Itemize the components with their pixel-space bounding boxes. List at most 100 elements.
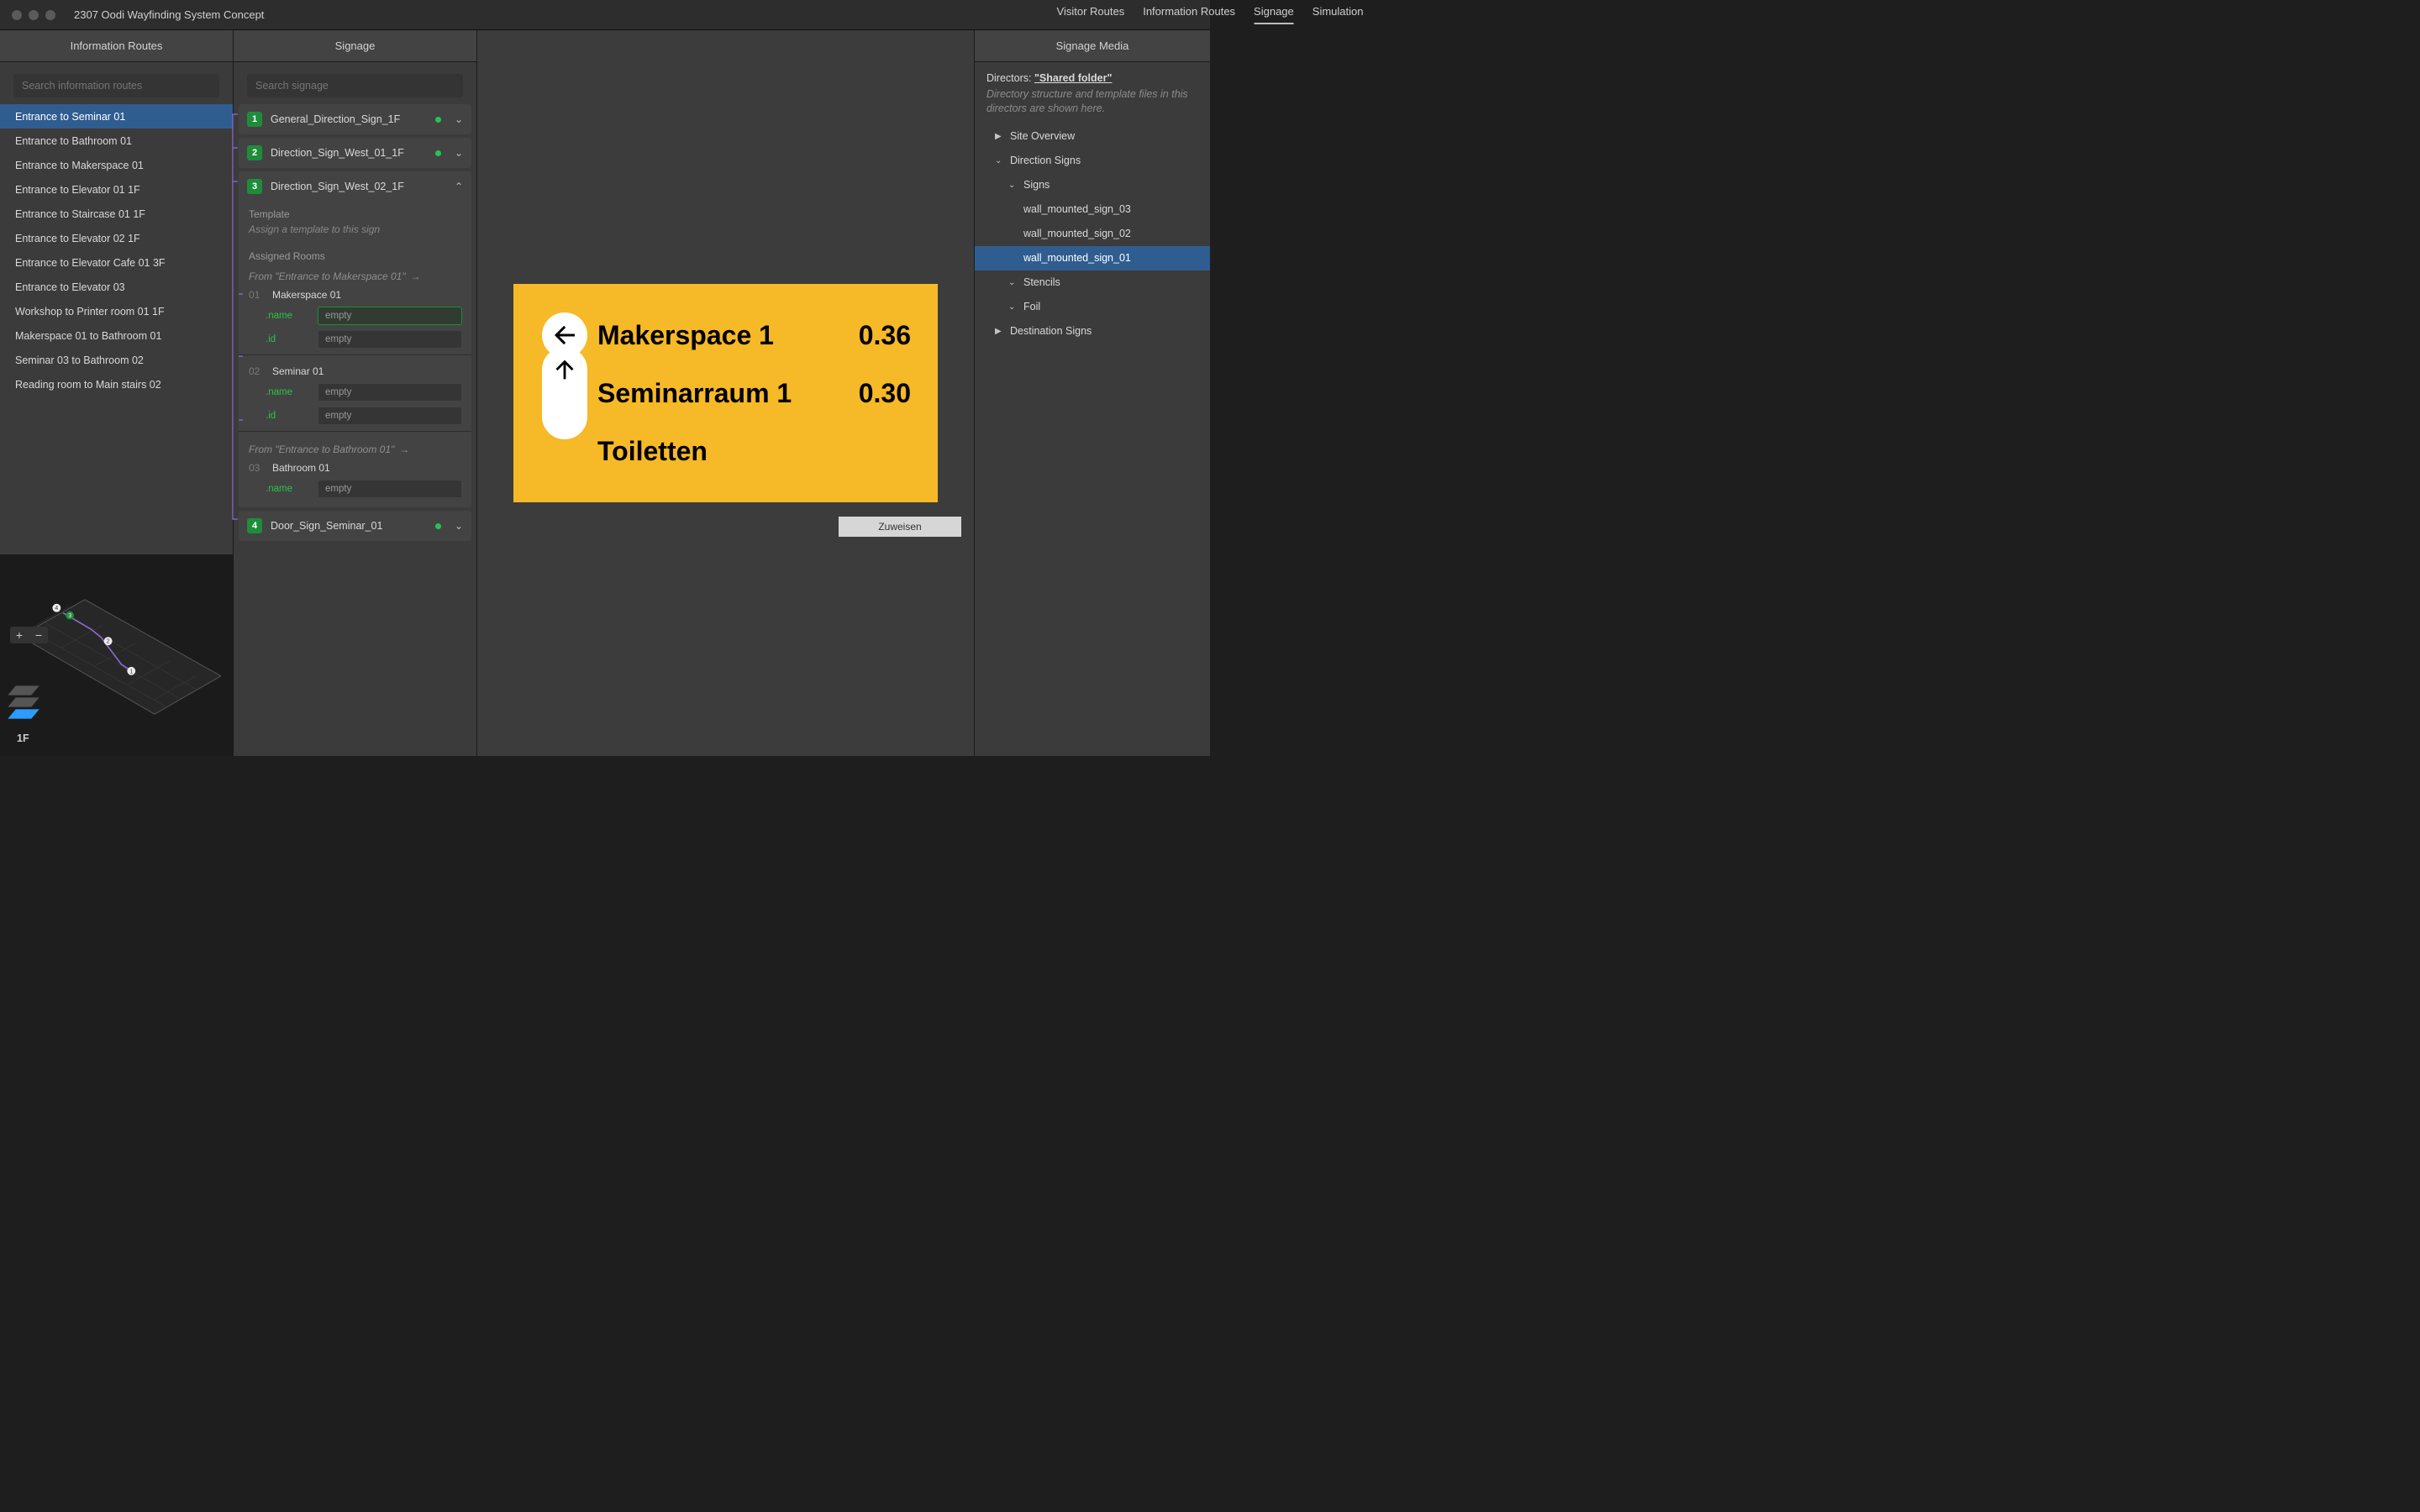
route-item[interactable]: Entrance to Staircase 01 1F <box>0 202 233 226</box>
floorplan-preview: 4 3 2 1 + − 1F <box>0 554 233 756</box>
sign-card: 4 Door_Sign_Seminar_01 ⌄ <box>239 511 471 541</box>
room-id: 02 <box>249 365 264 377</box>
tab-visitor-routes[interactable]: Visitor Routes <box>1057 5 1125 24</box>
tree-item[interactable]: ⌄ Stencils <box>975 270 1210 295</box>
sign-card: 2 Direction_Sign_West_01_1F ⌄ <box>239 138 471 168</box>
floor-label: 1F <box>17 732 29 744</box>
route-item[interactable]: Entrance to Elevator Cafe 01 3F <box>0 250 233 275</box>
route-item[interactable]: Entrance to Seminar 01 <box>0 104 233 129</box>
arrow-right-icon: → <box>399 444 409 455</box>
zoom-in-button[interactable]: + <box>10 627 29 643</box>
sign-card-header[interactable]: 3 Direction_Sign_West_02_1F ⌃ <box>239 171 471 202</box>
preview-panel: Makerspace 1 0.36 Seminarraum 1 0.30 Toi… <box>477 30 974 756</box>
sign-card-header[interactable]: 1 General_Direction_Sign_1F ⌄ <box>239 104 471 134</box>
tree-item[interactable]: wall_mounted_sign_01 <box>975 246 1210 270</box>
property-key: .id <box>266 334 312 344</box>
signage-panel: Signage 1 General_Direction_Sign_1F ⌄ 2 … <box>234 30 477 756</box>
sign-name: General_Direction_Sign_1F <box>271 113 427 125</box>
property-value-input[interactable] <box>318 384 461 401</box>
from-route-row[interactable]: From "Entrance to Bathroom 01" → <box>249 444 461 455</box>
route-item[interactable]: Entrance to Elevator 01 1F <box>0 177 233 202</box>
window-controls <box>12 10 55 20</box>
maximize-icon[interactable] <box>45 10 55 20</box>
signage-list: 1 General_Direction_Sign_1F ⌄ 2 Directio… <box>234 104 476 546</box>
routes-header: Information Routes <box>0 30 233 62</box>
routes-list: Entrance to Seminar 01 Entrance to Bathr… <box>0 104 233 554</box>
tree-item[interactable]: ⌄ Signs <box>975 173 1210 197</box>
chevron-down-icon: ⌄ <box>1008 302 1017 312</box>
property-value-input[interactable] <box>318 480 461 497</box>
directors-link[interactable]: "Shared folder" <box>1034 72 1112 84</box>
template-hint: Assign a template to this sign <box>249 223 461 235</box>
sign-line-text: Makerspace 1 <box>597 320 774 350</box>
room-id: 03 <box>249 462 264 474</box>
minimize-icon[interactable] <box>29 10 39 20</box>
close-icon[interactable] <box>12 10 22 20</box>
sign-number-badge: 3 <box>247 179 262 194</box>
tree-item[interactable]: wall_mounted_sign_02 <box>975 222 1210 246</box>
search-signage-input[interactable] <box>247 74 463 97</box>
route-item[interactable]: Entrance to Makerspace 01 <box>0 153 233 177</box>
property-value-input[interactable] <box>318 407 461 424</box>
sign-card-header[interactable]: 4 Door_Sign_Seminar_01 ⌄ <box>239 511 471 541</box>
chevron-down-icon: ⌄ <box>455 520 463 532</box>
tree-label: Stencils <box>1023 276 1060 288</box>
chevron-down-icon: ⌄ <box>455 147 463 159</box>
tab-signage[interactable]: Signage <box>1254 5 1294 24</box>
property-key: .id <box>266 411 312 421</box>
room-name: Seminar 01 <box>272 365 324 377</box>
status-dot-icon <box>435 150 441 156</box>
tree-label: wall_mounted_sign_02 <box>1023 228 1131 239</box>
chevron-down-icon: ⌄ <box>1008 181 1017 190</box>
tree-item[interactable]: ⌄ Direction Signs <box>975 149 1210 173</box>
route-item[interactable]: Entrance to Bathroom 01 <box>0 129 233 153</box>
property-value-input[interactable] <box>318 307 461 324</box>
route-item[interactable]: Entrance to Elevator 03 <box>0 275 233 299</box>
assign-button[interactable]: Zuweisen <box>839 517 961 537</box>
room-row: 03 Bathroom 01 <box>249 462 461 474</box>
chevron-up-icon: ⌃ <box>455 181 463 192</box>
chevron-right-icon: ▶ <box>995 327 1003 336</box>
sign-card-header[interactable]: 2 Direction_Sign_West_01_1F ⌄ <box>239 138 471 168</box>
route-item[interactable]: Entrance to Elevator 02 1F <box>0 226 233 250</box>
sign-card: 1 General_Direction_Sign_1F ⌄ <box>239 104 471 134</box>
tree-label: wall_mounted_sign_01 <box>1023 252 1131 264</box>
tree-label: Destination Signs <box>1010 325 1092 337</box>
tree-label: Site Overview <box>1010 130 1075 142</box>
property-row: .name <box>249 480 461 497</box>
directors-row: Directors: "Shared folder" <box>986 72 1198 84</box>
tree-label: Signs <box>1023 179 1050 191</box>
sign-name: Door_Sign_Seminar_01 <box>271 520 427 532</box>
tree-item[interactable]: ▶ Destination Signs <box>975 319 1210 344</box>
from-route-row[interactable]: From "Entrance to Makerspace 01" → <box>249 270 461 282</box>
sign-card-expanded: 3 Direction_Sign_West_02_1F ⌃ Template A… <box>239 171 471 507</box>
sign-line-distance: 0.30 <box>827 378 911 409</box>
tree-item[interactable]: ⌄ Foil <box>975 295 1210 319</box>
template-label: Template <box>249 208 461 220</box>
route-item[interactable]: Makerspace 01 to Bathroom 01 <box>0 323 233 348</box>
status-dot-icon <box>435 117 441 123</box>
route-item[interactable]: Workshop to Printer room 01 1F <box>0 299 233 323</box>
tree-label: Foil <box>1023 301 1040 312</box>
tab-simulation[interactable]: Simulation <box>1313 5 1364 24</box>
chevron-down-icon: ⌄ <box>1008 278 1017 287</box>
zoom-out-button[interactable]: − <box>29 627 48 643</box>
svg-text:2: 2 <box>107 639 110 645</box>
map-zoom-controls: + − <box>10 627 48 643</box>
tab-information-routes[interactable]: Information Routes <box>1143 5 1235 24</box>
signage-header: Signage <box>234 30 476 62</box>
tree-item[interactable]: wall_mounted_sign_03 <box>975 197 1210 222</box>
property-value-input[interactable] <box>318 331 461 348</box>
search-routes-input[interactable] <box>13 74 219 97</box>
floor-layers[interactable] <box>12 687 35 722</box>
sign-name: Direction_Sign_West_02_1F <box>271 181 446 192</box>
svg-text:3: 3 <box>68 613 71 619</box>
property-row: .id <box>249 407 461 424</box>
route-item[interactable]: Seminar 03 to Bathroom 02 <box>0 348 233 372</box>
tree-item[interactable]: ▶ Site Overview <box>975 124 1210 149</box>
route-item[interactable]: Reading room to Main stairs 02 <box>0 372 233 396</box>
sign-number-badge: 4 <box>247 518 262 533</box>
room-name: Bathroom 01 <box>272 462 330 474</box>
media-header: Signage Media <box>975 30 1210 62</box>
room-name: Makerspace 01 <box>272 289 341 301</box>
